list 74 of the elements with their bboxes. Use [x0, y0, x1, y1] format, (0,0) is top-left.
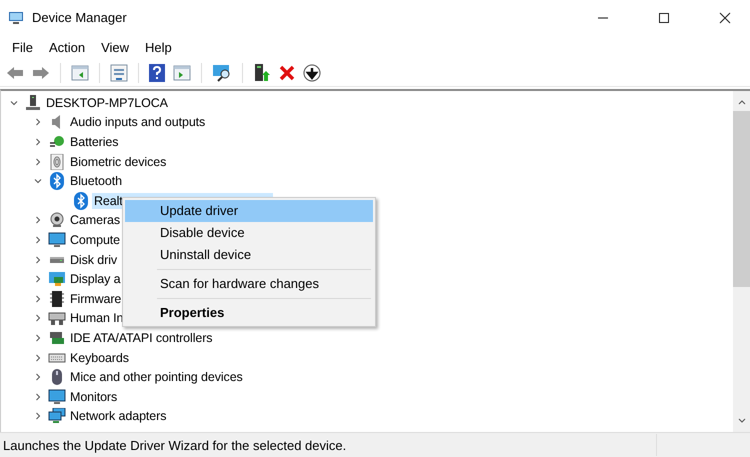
scroll-up-icon[interactable] — [738, 99, 746, 105]
tree-item[interactable]: Monitors — [68, 388, 120, 405]
context-menu-item[interactable]: Properties — [125, 302, 373, 324]
back-arrow-icon[interactable] — [6, 64, 24, 80]
tree-item[interactable]: Cameras — [68, 212, 122, 228]
expand-chevron-icon[interactable] — [34, 412, 42, 420]
monitor-icon — [48, 388, 66, 405]
menu-item[interactable]: Help — [137, 40, 180, 54]
scan-monitor-icon[interactable] — [212, 64, 232, 82]
properties-icon[interactable] — [110, 64, 128, 82]
expand-chevron-icon[interactable] — [34, 334, 42, 342]
expand-chevron-icon[interactable] — [34, 158, 42, 166]
window-title: Device Manager — [32, 10, 127, 25]
fingerprint-icon — [49, 154, 65, 170]
expand-chevron-icon[interactable] — [34, 392, 42, 401]
disk-drive-icon — [50, 256, 64, 263]
uninstall-x-icon[interactable] — [279, 64, 295, 80]
network-adapter-icon — [48, 408, 66, 424]
expand-chevron-icon[interactable] — [34, 236, 42, 244]
mouse-icon — [49, 368, 65, 386]
menu-item[interactable]: Action — [40, 40, 94, 54]
expand-chevron-icon[interactable] — [34, 373, 42, 382]
webcam-icon — [49, 212, 65, 228]
expand-chevron-icon[interactable] — [34, 314, 42, 322]
scrollbar[interactable] — [733, 91, 750, 432]
context-menu-item[interactable]: Uninstall device — [125, 244, 373, 266]
context-menu-item[interactable]: Scan for hardware changes — [125, 273, 373, 295]
expand-chevron-icon[interactable] — [10, 98, 18, 107]
expand-chevron-icon[interactable] — [34, 275, 42, 284]
monitor-icon — [48, 232, 66, 248]
chip-icon — [49, 290, 65, 308]
tree-item[interactable]: Biometric devices — [68, 154, 168, 170]
context-menu-item[interactable]: Disable device — [125, 222, 373, 244]
tree-item[interactable]: Firmware — [68, 290, 124, 307]
help-icon[interactable] — [149, 64, 165, 82]
context-menu-item[interactable]: Update driver — [125, 200, 373, 222]
tree-item[interactable]: Display a — [68, 271, 123, 288]
expand-chevron-icon[interactable] — [34, 294, 42, 303]
expand-chevron-icon[interactable] — [34, 118, 42, 126]
tree-item[interactable]: Compute — [68, 232, 122, 248]
scrollbar-thumb[interactable] — [733, 111, 750, 287]
tree-item[interactable]: Keyboards — [68, 350, 131, 366]
tree-item[interactable]: Bluetooth — [68, 173, 124, 190]
expand-chevron-icon[interactable] — [34, 256, 42, 264]
tree-item[interactable]: Network adapters — [68, 408, 168, 424]
action-pane-icon[interactable] — [173, 64, 191, 80]
tree-item[interactable]: Batteries — [68, 134, 120, 150]
bluetooth-icon — [73, 192, 89, 210]
app-icon — [8, 10, 24, 26]
computer-icon — [25, 94, 41, 111]
status-text: Launches the Update Driver Wizard for the selected device. — [3, 438, 346, 452]
menu-item[interactable]: View — [93, 40, 138, 54]
display-adapter-icon — [48, 271, 66, 288]
maximize-icon[interactable] — [658, 12, 670, 24]
bluetooth-icon — [49, 172, 65, 190]
expand-chevron-icon[interactable] — [34, 138, 42, 146]
scroll-down-icon[interactable] — [738, 418, 746, 424]
tree-item[interactable]: DESKTOP-MP7LOCA — [44, 94, 170, 111]
battery-plug-icon — [49, 134, 65, 150]
forward-arrow-icon[interactable] — [32, 64, 50, 80]
menu-item[interactable]: File — [4, 40, 41, 54]
hid-device-icon — [48, 310, 66, 326]
tree-item[interactable]: Mice and other pointing devices — [68, 369, 245, 386]
expand-chevron-icon[interactable] — [34, 177, 42, 186]
expand-chevron-icon[interactable] — [34, 216, 42, 224]
console-tree-icon[interactable] — [71, 64, 89, 80]
tree-item[interactable]: Audio inputs and outputs — [68, 114, 208, 130]
close-icon[interactable] — [719, 12, 731, 24]
tree-item[interactable]: Disk driv — [68, 252, 120, 268]
expand-chevron-icon[interactable] — [34, 354, 42, 362]
disable-device-icon[interactable] — [303, 64, 321, 82]
controller-card-icon — [48, 330, 66, 346]
tree-item[interactable]: IDE ATA/ATAPI controllers — [68, 330, 214, 346]
update-driver-icon[interactable] — [253, 62, 271, 82]
